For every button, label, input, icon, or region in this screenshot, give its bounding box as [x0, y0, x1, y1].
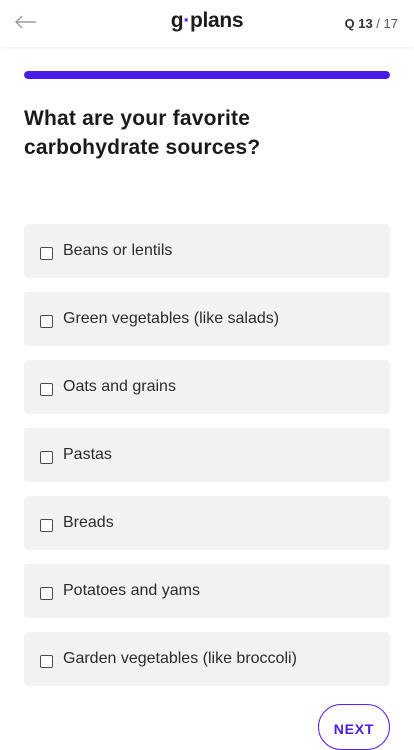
- option-checkbox[interactable]: [40, 654, 53, 668]
- question-total: 17: [383, 16, 398, 31]
- option-item[interactable]: Beans or lentils: [24, 224, 390, 278]
- question-counter: Q 13 / 17: [345, 16, 399, 31]
- next-button[interactable]: NEXT: [318, 704, 390, 750]
- logo-suffix: plans: [189, 9, 244, 32]
- option-label: Green vegetables (like salads): [63, 310, 280, 327]
- option-label: Garden vegetables (like broccoli): [63, 650, 297, 667]
- option-checkbox[interactable]: [40, 246, 53, 260]
- options-list: Beans or lentils Green vegetables (like s…: [24, 224, 390, 700]
- option-item[interactable]: Pastas: [24, 428, 390, 482]
- option-label: Pastas: [63, 446, 112, 463]
- progress-fill: [24, 71, 390, 79]
- option-item[interactable]: Garden vegetables (like broccoli): [24, 632, 390, 686]
- option-label: Breads: [63, 514, 114, 531]
- option-label: Potatoes and yams: [63, 582, 200, 599]
- logo-prefix: g: [170, 9, 184, 32]
- option-checkbox[interactable]: [40, 518, 53, 532]
- question-separator: /: [372, 16, 384, 31]
- option-label: Beans or lentils: [63, 242, 173, 259]
- option-checkbox[interactable]: [40, 314, 53, 328]
- option-checkbox[interactable]: [40, 450, 53, 464]
- option-item[interactable]: Green vegetables (like salads): [24, 292, 390, 346]
- option-checkbox[interactable]: [40, 382, 53, 396]
- option-label: Oats and grains: [63, 378, 176, 395]
- question-title: What are your favorite carbohydrate sour…: [24, 107, 261, 159]
- option-item[interactable]: Oats and grains: [24, 360, 390, 414]
- top-header: g·plans Q 13 / 17: [0, 0, 414, 47]
- question-current: Q 13: [344, 16, 373, 31]
- logo-dot: ·: [183, 9, 190, 32]
- option-item[interactable]: Breads: [24, 496, 390, 550]
- progress-bar: [24, 71, 390, 79]
- option-item[interactable]: Potatoes and yams: [24, 564, 390, 618]
- option-checkbox[interactable]: [40, 586, 53, 600]
